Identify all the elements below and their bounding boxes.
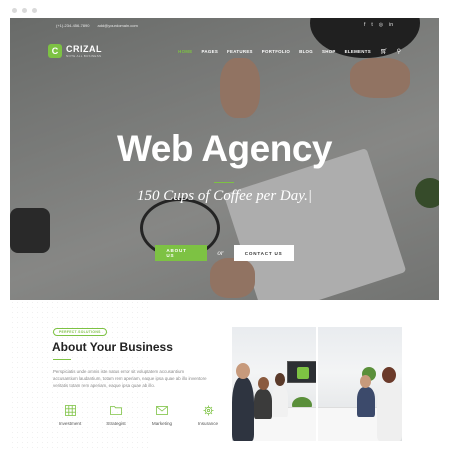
top-bar: (+1)-234-456-7890 add@yourdomain.com f t… <box>10 18 439 32</box>
office-photo <box>232 327 402 441</box>
logo-text: CRIZAL NOTE ALL BUSINESS <box>66 43 102 58</box>
window-controls <box>12 8 37 13</box>
nav-item-portfolio[interactable]: PORTFOLIO <box>262 49 290 54</box>
person-shape <box>377 382 402 441</box>
person-shape <box>232 377 254 441</box>
window-dot-icon[interactable] <box>22 8 27 13</box>
window-dot-icon[interactable] <box>32 8 37 13</box>
browser-frame: (+1)-234-456-7890 add@yourdomain.com f t… <box>0 0 450 456</box>
wall-screen <box>287 361 317 383</box>
logo-mark-icon: C <box>48 44 62 58</box>
feature-label: Insurance <box>197 421 219 426</box>
nav-menu: HOME PAGES FEATURES PORTFOLIO BLOG SHOP … <box>178 48 401 55</box>
feature-item[interactable]: Insurance <box>191 404 225 426</box>
screen-logo-icon <box>297 367 309 379</box>
hero-title: Web Agency <box>117 128 333 169</box>
person-head <box>236 363 250 379</box>
grid-icon <box>64 404 76 416</box>
nav-item-home[interactable]: HOME <box>178 49 192 54</box>
nav-item-shop[interactable]: SHOP <box>322 49 336 54</box>
instagram-icon[interactable]: ◎ <box>379 22 383 28</box>
person-head <box>275 373 285 386</box>
email-address[interactable]: add@yourdomain.com <box>97 23 137 28</box>
about-us-button[interactable]: ABOUT US <box>155 245 208 261</box>
nav-item-blog[interactable]: BLOG <box>299 49 313 54</box>
or-text: or <box>217 249 224 257</box>
feature-item[interactable]: Investment <box>53 404 87 426</box>
feature-label: Strategist <box>106 421 126 426</box>
search-icon[interactable]: ⚲ <box>397 48 401 55</box>
section-description: Perspiciatis unde omnis iste natus error… <box>53 369 207 388</box>
cart-icon[interactable]: 🛒︎ <box>380 48 388 55</box>
facebook-icon[interactable]: f <box>364 22 365 28</box>
person-shape <box>254 389 272 419</box>
hero-divider <box>214 182 234 183</box>
contact-us-button[interactable]: CONTACT US <box>233 245 294 261</box>
site-logo[interactable]: C CRIZAL NOTE ALL BUSINESS <box>48 44 102 58</box>
mail-icon <box>156 404 168 416</box>
person-head <box>258 377 269 390</box>
social-links: f t ◎ in <box>364 22 393 28</box>
photo-divider <box>316 327 318 441</box>
feature-item[interactable]: Strategist <box>99 404 133 426</box>
section-badge: PERFECT SOLUTIONS <box>53 328 107 336</box>
feature-item[interactable]: Marketing <box>145 404 179 426</box>
person-shape <box>272 385 288 417</box>
logo-name: CRIZAL <box>66 43 102 54</box>
feature-label: Investment <box>58 421 82 426</box>
nav-item-elements[interactable]: ELEMENTS <box>345 49 371 54</box>
nav-item-pages[interactable]: PAGES <box>202 49 219 54</box>
person-shape <box>357 387 375 417</box>
twitter-icon[interactable]: t <box>371 22 372 28</box>
window-dot-icon[interactable] <box>12 8 17 13</box>
nav-item-features[interactable]: FEATURES <box>227 49 253 54</box>
hero-section: (+1)-234-456-7890 add@yourdomain.com f t… <box>10 18 439 300</box>
phone-number[interactable]: (+1)-234-456-7890 <box>56 23 89 28</box>
folder-icon <box>110 404 122 416</box>
feature-list: Investment Strategist Marketing Insuranc… <box>53 404 225 426</box>
title-divider <box>53 359 71 360</box>
linkedin-icon[interactable]: in <box>389 22 393 28</box>
feature-label: Marketing <box>151 421 173 426</box>
hero-buttons: ABOUT US or CONTACT US <box>10 245 439 261</box>
gear-icon <box>202 404 214 416</box>
section-title: About Your Business <box>52 340 173 354</box>
hero-subtitle: 150 Cups of Coffee per Day.| <box>137 188 312 204</box>
main-navbar: C CRIZAL NOTE ALL BUSINESS HOME PAGES FE… <box>10 38 439 64</box>
person-head <box>360 375 371 388</box>
person-head <box>382 367 396 383</box>
logo-tagline: NOTE ALL BUSINESS <box>66 53 102 58</box>
